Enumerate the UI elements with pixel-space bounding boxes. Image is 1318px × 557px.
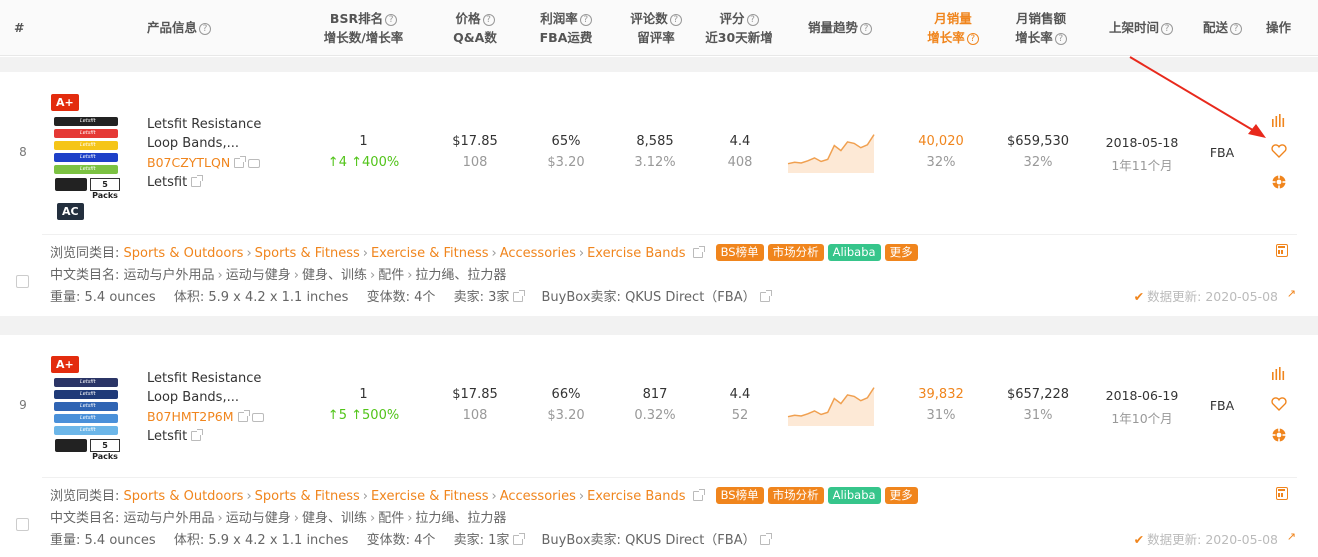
annotation-arrow xyxy=(1129,56,1266,138)
